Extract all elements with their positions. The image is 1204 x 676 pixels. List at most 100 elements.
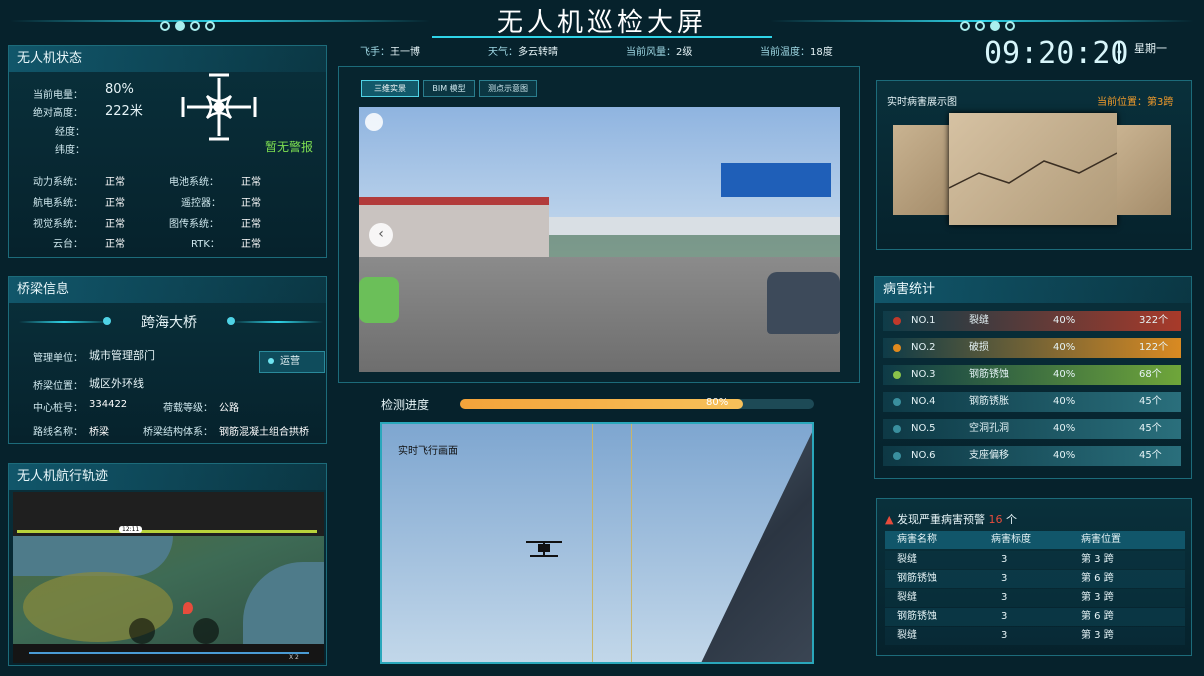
stats-name: 裂缝 [969,315,989,326]
status-label: 运营 [280,356,300,367]
track-map[interactable]: 12:11 X 2 [13,492,324,663]
altitude-value: 222米 [105,104,143,119]
sys-image-value: 正常 [241,219,261,230]
sys-battery-label: 电池系统： [169,177,219,188]
stats-dot [893,425,901,433]
street-view[interactable]: ‹ [359,107,840,372]
bridge-info-panel: 桥梁信息 跨海大桥 管理单位： 城市管理部门 运营 桥梁位置： 城区外环线 中心… [8,276,327,444]
stats-count: 122个 [1139,342,1169,353]
car-green [359,277,399,323]
sys-gimbal-value: 正常 [105,239,125,250]
stats-name: 支座偏移 [969,450,1009,461]
bridge-info-title: 桥梁信息 [9,277,326,303]
warning-cell-scale: 3 [1001,573,1008,584]
damage-photo-right[interactable] [1117,125,1171,215]
joystick-right[interactable] [193,618,219,644]
playback-bar[interactable] [29,652,309,654]
warning-unit: 个 [1005,513,1017,526]
warning-cell-scale: 3 [1001,630,1008,641]
stats-row[interactable]: NO.3 钢筋锈蚀 40% 68个 [883,365,1181,385]
warning-count: 16 [988,513,1003,526]
damage-show-title: 实时病害展示图 [887,97,957,108]
stats-name: 钢筋锈胀 [969,396,1009,407]
warning-row[interactable]: 钢筋锈蚀 3 第 6 跨 [885,608,1185,626]
warning-icon: ▲ [885,513,894,526]
compass-icon[interactable] [365,113,383,131]
damage-photo-left[interactable] [893,125,953,215]
crack-line [949,152,1117,189]
stats-no: NO.5 [911,423,936,434]
stats-dot [893,317,901,325]
stats-row[interactable]: NO.1 裂缝 40% 322个 [883,311,1181,331]
pilot-info: 飞手：王一博 [360,47,420,58]
warning-header: ▲ 发现严重病害预警 16 个 [885,511,1017,527]
damage-show-panel: 实时病害展示图 当前位置：第3跨 [876,80,1192,250]
playback-speed[interactable]: X 2 [289,654,299,661]
stats-row[interactable]: NO.2 破损 40% 122个 [883,338,1181,358]
warning-cell-scale: 3 [1001,611,1008,622]
stats-row[interactable]: NO.4 钢筋锈胀 40% 45个 [883,392,1181,412]
flight-timeline[interactable] [17,530,317,533]
sys-power-label: 动力系统： [33,177,83,188]
nav-arrow-left[interactable]: ‹ [369,223,393,247]
header-dots-left [160,16,216,35]
stats-pct: 40% [1053,369,1076,380]
sys-power-value: 正常 [105,177,125,188]
route-label: 路线名称： [33,427,83,438]
stats-pct: 40% [1053,396,1076,407]
warning-title: 发现严重病害预警 [896,513,985,526]
structure-label: 桥梁结构体系： [143,427,213,438]
latitude-label: 纬度： [55,145,85,156]
stats-no: NO.6 [911,450,936,461]
overpass [509,217,840,235]
warning-cell-name: 钢筋锈蚀 [897,611,937,622]
track-title: 无人机航行轨迹 [9,464,326,490]
tab-3d-scene[interactable]: 三维实景 [361,80,419,97]
sys-image-label: 图传系统： [169,219,219,230]
warning-cell-position: 第 3 跨 [1081,554,1114,565]
battery-value: 80% [105,82,134,97]
altitude-label: 绝对高度： [33,108,83,119]
warning-row[interactable]: 裂缝 3 第 3 跨 [885,589,1185,607]
structure-value: 钢筋混凝土组合拱桥 [219,427,309,438]
progress-text: 80% [706,397,729,408]
track-panel: 无人机航行轨迹 12:11 X 2 [8,463,327,666]
warning-cell-name: 裂缝 [897,630,917,641]
warning-row[interactable]: 裂缝 3 第 3 跨 [885,551,1185,569]
map-water [13,536,173,576]
stats-count: 322个 [1139,315,1169,326]
stats-dot [893,344,901,352]
sys-remote-label: 遥控器： [181,198,221,209]
status-badge[interactable]: 运营 [259,351,325,373]
header-dots-right [960,16,1016,35]
bridge-cables [592,424,632,662]
stats-count: 45个 [1139,450,1162,461]
warning-row[interactable]: 裂缝 3 第 3 跨 [885,627,1185,645]
stats-no: NO.1 [911,315,936,326]
tab-bim-model[interactable]: BIM 模型 [423,80,475,97]
route-value: 桥梁 [89,427,109,438]
location-label: 桥梁位置： [33,381,83,392]
live-frame: 实时飞行画面 [380,422,814,664]
sys-rtk-value: 正常 [241,239,261,250]
drone-live-icon [526,541,562,557]
warning-panel: ▲ 发现严重病害预警 16 个 病害名称 病害标度 病害位置 裂缝 3 第 3 跨钢… [876,498,1192,656]
stats-no: NO.4 [911,396,936,407]
page-title: 无人机巡检大屏 [496,8,707,38]
joystick-left[interactable] [129,618,155,644]
tab-measure-points[interactable]: 测点示意图 [479,80,537,97]
stats-row[interactable]: NO.5 空洞孔洞 40% 45个 [883,419,1181,439]
stats-panel: 病害统计 NO.1 裂缝 40% 322个 NO.2 破损 40% 122个 NO.3 钢筋锈蚀 4… [874,276,1192,479]
warning-row[interactable]: 钢筋锈蚀 3 第 6 跨 [885,570,1185,588]
road-signs [721,163,831,197]
stats-pct: 40% [1053,423,1076,434]
stats-count: 45个 [1139,396,1162,407]
sys-vision-label: 视觉系统： [33,219,83,230]
drone-marker[interactable] [183,602,193,614]
stats-row[interactable]: NO.6 支座偏移 40% 45个 [883,446,1181,466]
warning-cell-position: 第 3 跨 [1081,630,1114,641]
load-value: 公路 [219,403,239,414]
warning-cell-name: 裂缝 [897,554,917,565]
col-position: 病害位置 [1081,534,1121,545]
stats-name: 钢筋锈蚀 [969,369,1009,380]
